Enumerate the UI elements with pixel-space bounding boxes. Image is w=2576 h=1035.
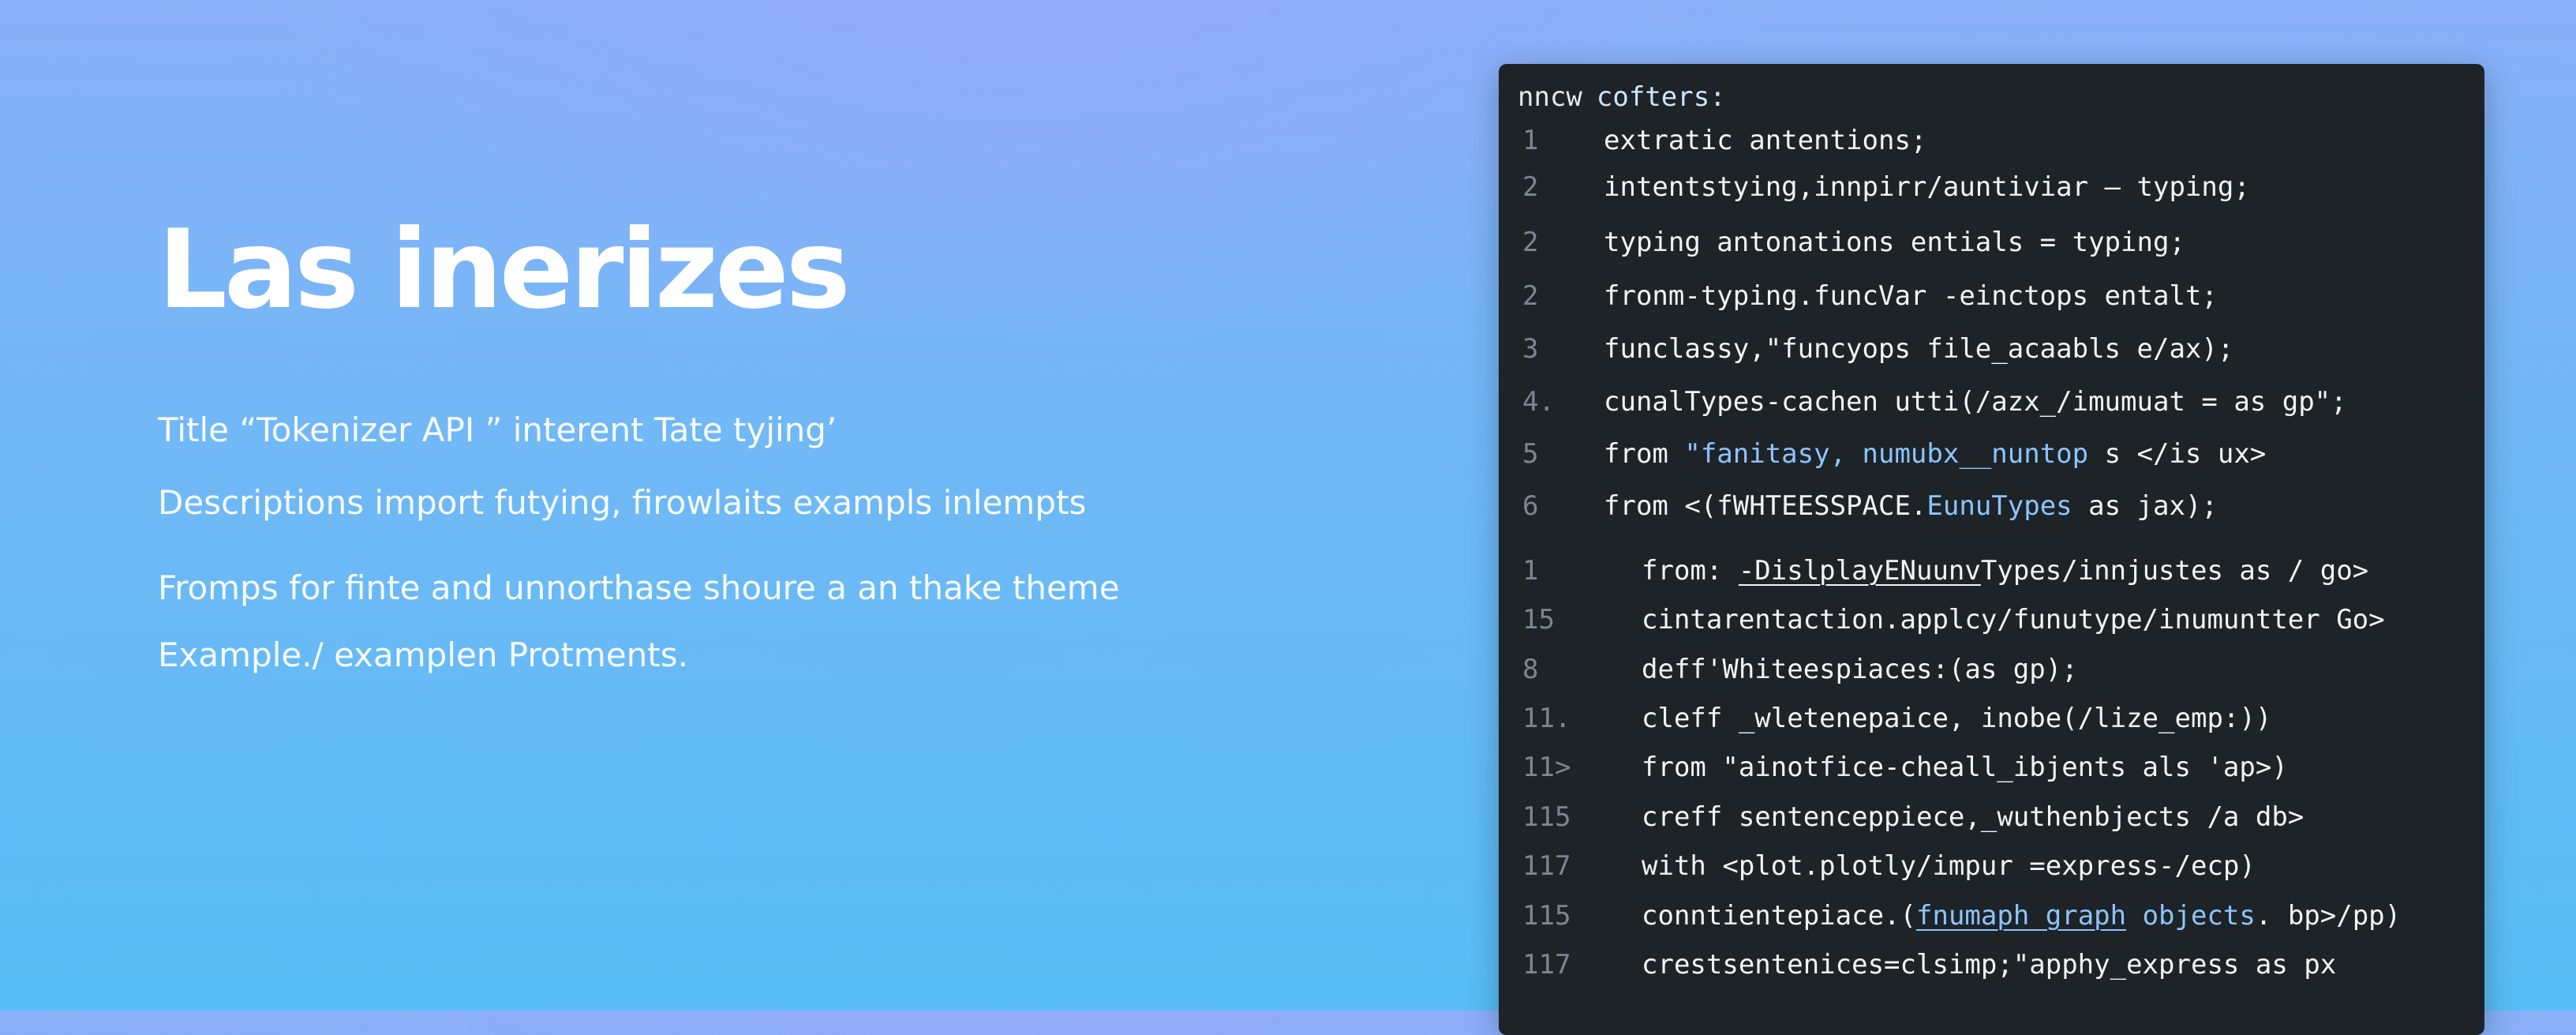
code-text: cunalTypes-cachen utti(/azx_/imumuat = a… — [1604, 386, 2347, 418]
code-token: from: — [1642, 555, 1739, 587]
code-token: conntientepiace.( — [1642, 900, 1916, 932]
code-text: funclassy,"funcyops file_acaabls e/ax); — [1604, 333, 2234, 365]
hero-line-descriptions: Descriptions import futying, firowlaits … — [158, 483, 1087, 522]
code-text: extratic antentions; — [1604, 125, 1927, 156]
code-editor-panel[interactable]: nncw cofters: 1 extratic antentions; 2 in… — [1499, 64, 2484, 1035]
code-text: cleff _wletenepaice, inobe(/lize_emp:)) — [1642, 703, 2272, 734]
hero-line-fromps: Fromps for finte and unnorthase shoure a… — [158, 568, 1120, 607]
code-text: crestsentenices=clsimp;"apphy_express as… — [1642, 949, 2337, 981]
code-text: from "fanitasy, numubx__nuntop s </is ux… — [1604, 438, 2266, 470]
code-text: from "ainotfice-cheall_ibjents als 'ap>) — [1642, 752, 2288, 783]
code-line[interactable]: 115 creff sentenceppiece,_wuthenbjects /… — [1499, 801, 2484, 846]
code-line[interactable]: 117 with <plot.plotly/impur =express-/ec… — [1499, 850, 2484, 894]
line-number: 115 — [1522, 801, 1571, 833]
code-token-highlight: "fanitasy, numubx__nuntop — [1684, 438, 2089, 470]
code-line[interactable]: 11. cleff _wletenepaice, inobe(/lize_emp… — [1499, 703, 2484, 747]
code-line[interactable]: 2 intentstying,innpirr/auntiviar — typin… — [1499, 171, 2484, 216]
code-line[interactable]: 6 from <(fWHTEESSPACE.EunuTypes as jax); — [1499, 490, 2484, 534]
line-number: 15 — [1522, 604, 1555, 636]
code-text: intentstying,innpirr/auntiviar — typing; — [1604, 171, 2250, 203]
editor-header-title: cofters: — [1596, 81, 1726, 113]
hero-title: Las inerizes — [158, 206, 851, 333]
line-number: 117 — [1522, 949, 1571, 981]
code-token: from <(fWHTEESSPACE. — [1604, 490, 1927, 522]
code-token: from — [1604, 438, 1685, 470]
line-number: 1 — [1522, 555, 1539, 587]
line-number: 8 — [1522, 654, 1539, 685]
code-text: typing antonations entials = typing; — [1604, 227, 2185, 258]
code-text: deff'Whiteespiaces:(as gp); — [1642, 654, 2078, 685]
code-text: conntientepiace.(fnumaph graph objects. … — [1642, 900, 2401, 932]
code-line[interactable]: 11> from "ainotfice-cheall_ibjents als '… — [1499, 752, 2484, 796]
code-text: creff sentenceppiece,_wuthenbjects /a db… — [1642, 801, 2305, 833]
code-text: from <(fWHTEESSPACE.EunuTypes as jax); — [1604, 490, 2218, 522]
code-line[interactable]: 117 crestsentenices=clsimp;"apphy_expres… — [1499, 949, 2484, 993]
line-number: 1 — [1522, 125, 1539, 156]
line-number: 5 — [1522, 438, 1539, 470]
code-line[interactable]: 115 conntientepiace.(fnumaph graph objec… — [1499, 900, 2484, 944]
line-number: 4. — [1522, 386, 1555, 418]
line-number: 6 — [1522, 490, 1539, 522]
code-line[interactable]: 5 from "fanitasy, numubx__nuntop s </is … — [1499, 438, 2484, 482]
line-number: 117 — [1522, 850, 1571, 882]
line-number: 2 — [1522, 280, 1539, 312]
editor-header: nncw cofters: — [1518, 81, 1726, 113]
hero-line-example: Example./ examplen Protments. — [158, 636, 688, 674]
code-line[interactable]: 3 funclassy,"funcyops file_acaabls e/ax)… — [1499, 333, 2484, 377]
line-number: 2 — [1522, 171, 1539, 203]
code-token: as jax); — [2072, 490, 2218, 522]
code-line[interactable]: 2 typing antonations entials = typing; — [1499, 227, 2484, 271]
code-token-highlight: EunuTypes — [1926, 490, 2072, 522]
code-text: with <plot.plotly/impur =express-/ecp) — [1642, 850, 2256, 882]
code-line[interactable]: 1 from: -DislplayENuunvTypes/innjustes a… — [1499, 555, 2484, 599]
line-number: 11. — [1522, 703, 1571, 734]
line-number: 3 — [1522, 333, 1539, 365]
code-token: s </is ux> — [2088, 438, 2267, 470]
hero-line-title: Title “Tokenizer API ” interent Tate tyj… — [158, 411, 837, 449]
editor-header-label: nncw — [1518, 81, 1582, 113]
code-token-underlined[interactable]: -DislplayENuunv — [1739, 555, 1981, 587]
hero-section: Las inerizes Title “Tokenizer API ” inte… — [158, 206, 1421, 674]
code-token-highlight: objects — [2126, 900, 2256, 932]
code-line[interactable]: 4. cunalTypes-cachen utti(/azx_/imumuat … — [1499, 386, 2484, 430]
code-text: from: -DislplayENuunvTypes/innjustes as … — [1642, 555, 2368, 587]
line-number: 11> — [1522, 752, 1571, 783]
code-line[interactable]: 2 fronm-typing.funcVar -einctops entalt; — [1499, 280, 2484, 324]
code-text: cintarentaction.applcy/funutype/inumuntt… — [1642, 604, 2385, 636]
code-line[interactable]: 8 deff'Whiteespiaces:(as gp); — [1499, 654, 2484, 698]
code-token-link[interactable]: fnumaph graph — [1916, 900, 2126, 932]
code-token: Types/innjustes as / go> — [1980, 555, 2369, 587]
line-number: 2 — [1522, 227, 1539, 258]
line-number: 115 — [1522, 900, 1571, 932]
code-line[interactable]: 15 cintarentaction.applcy/funutype/inumu… — [1499, 604, 2484, 648]
code-token: . bp>/pp) — [2255, 900, 2402, 932]
code-line[interactable]: 1 extratic antentions; — [1499, 125, 2484, 169]
code-text: fronm-typing.funcVar -einctops entalt; — [1604, 280, 2218, 312]
